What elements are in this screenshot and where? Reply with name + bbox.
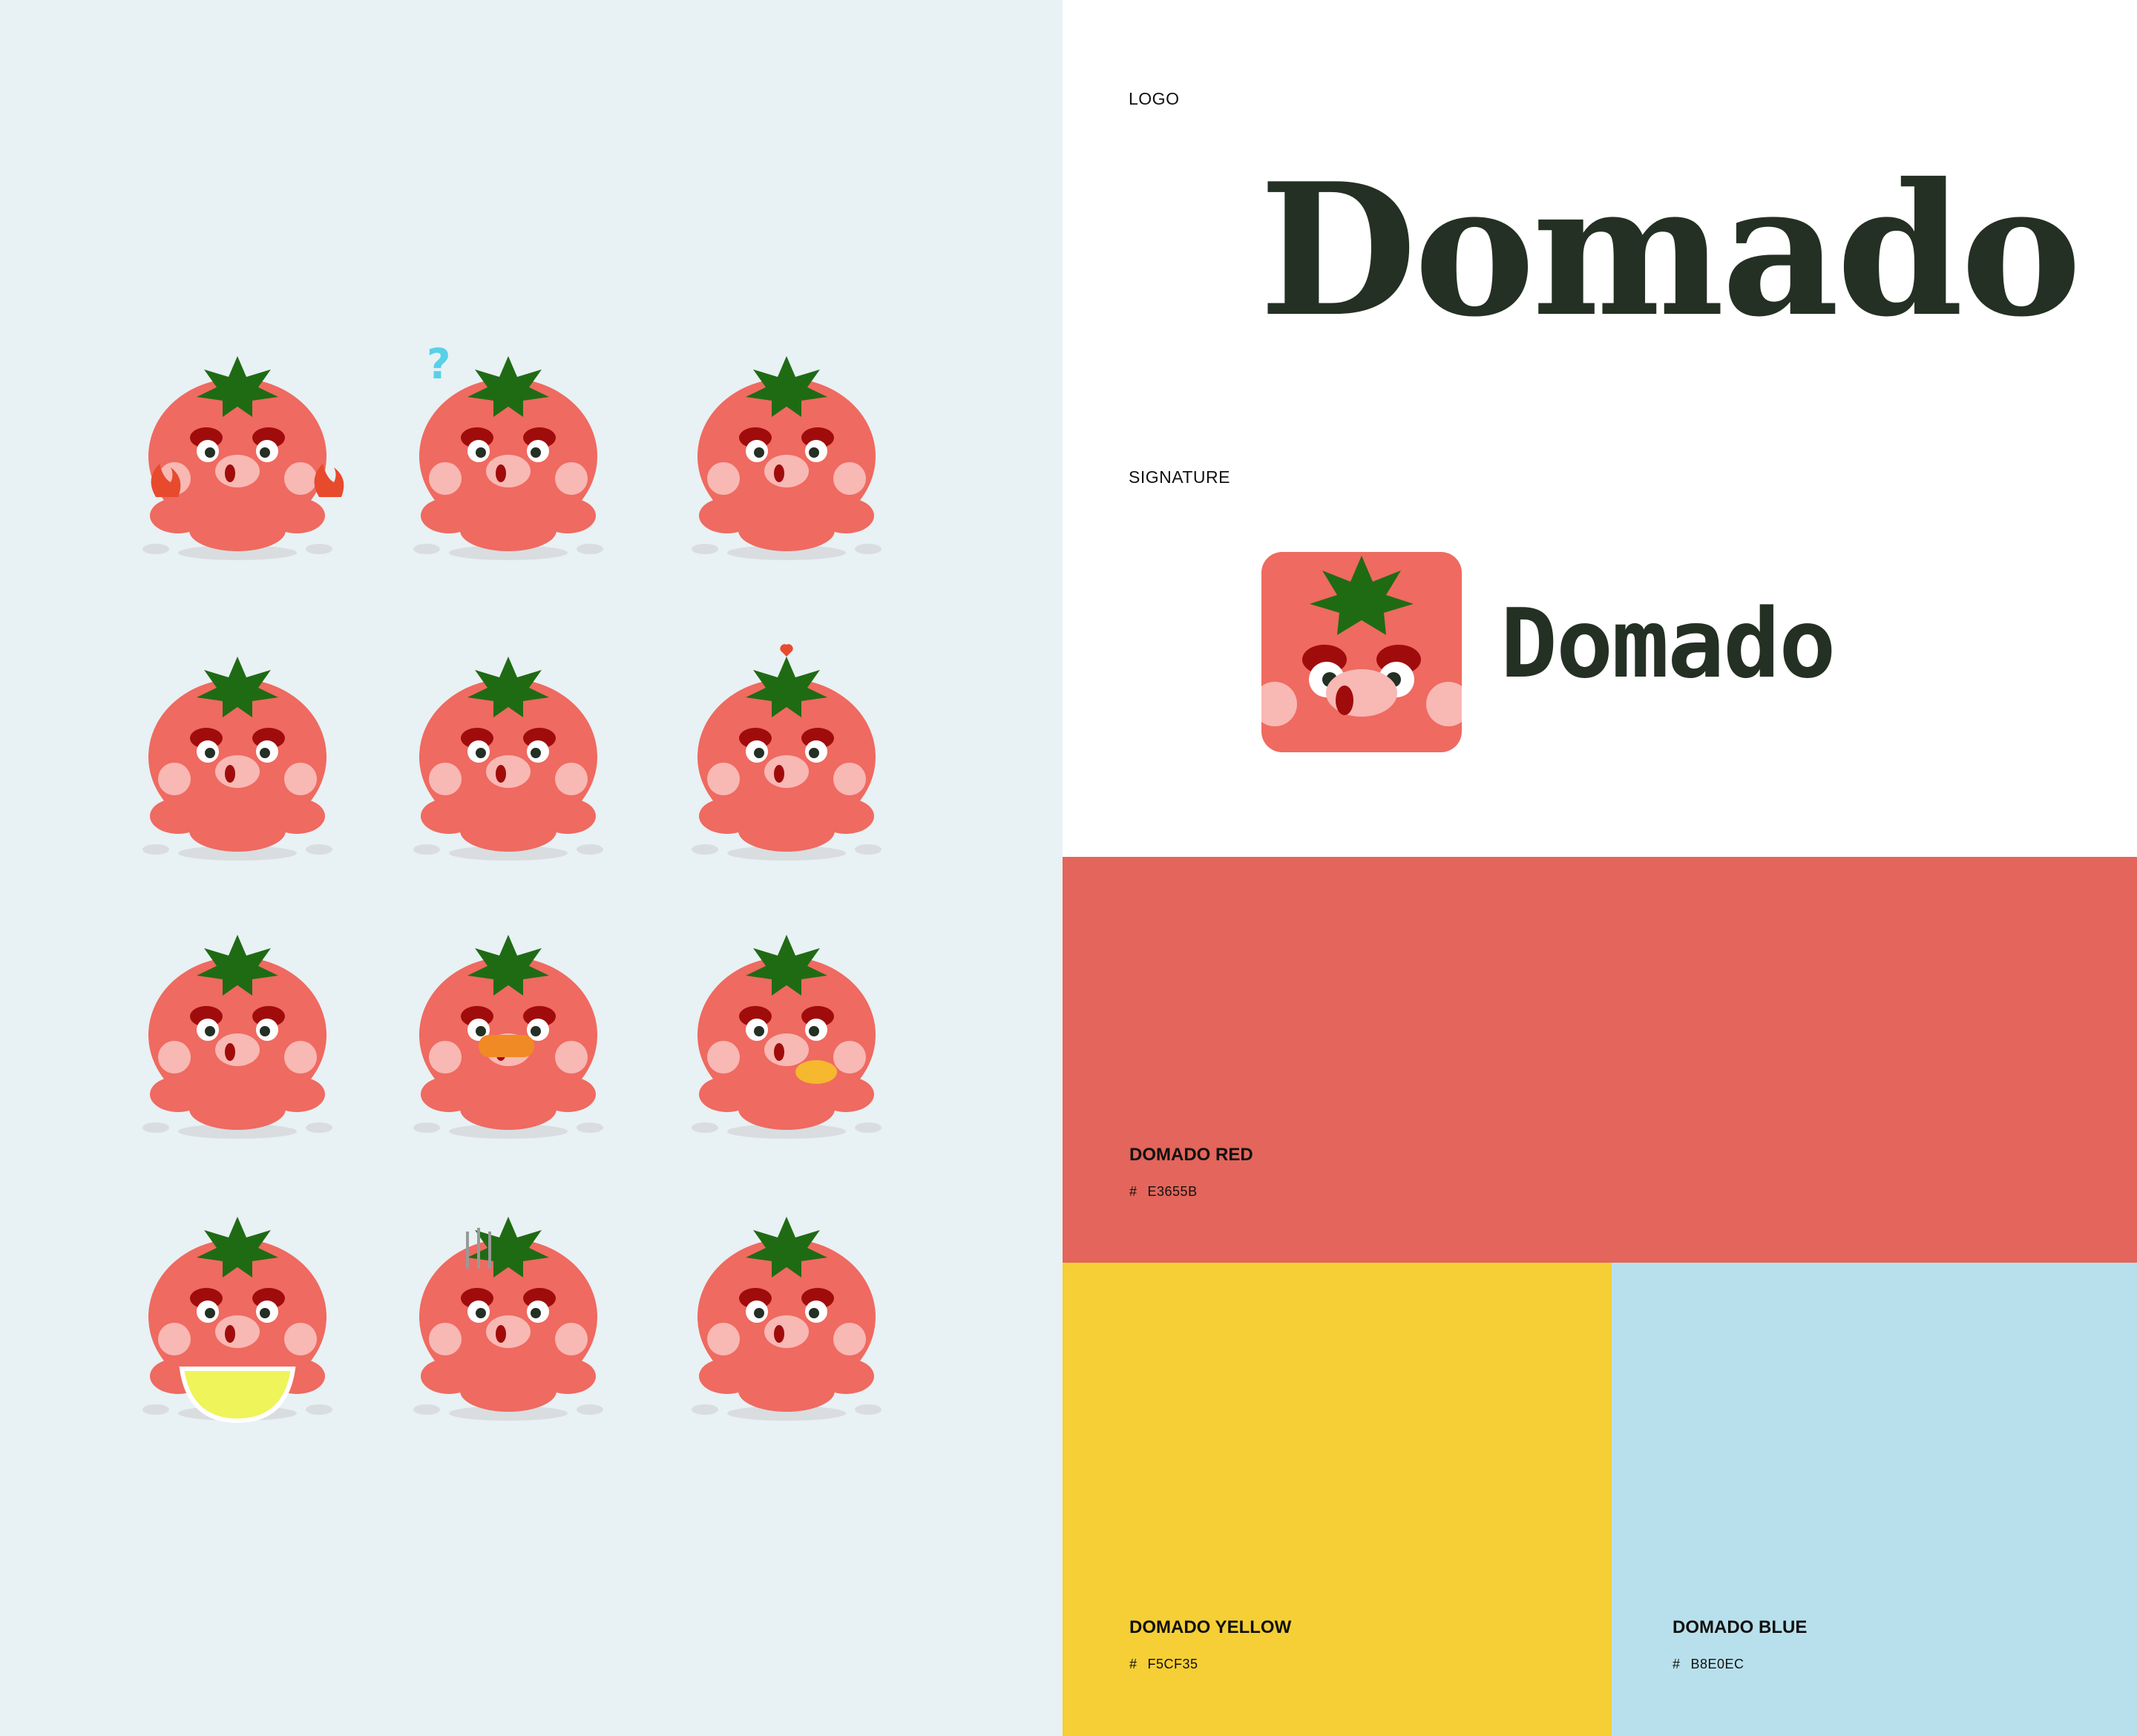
swatch-blue-name: DOMADO BLUE bbox=[1672, 1617, 1808, 1637]
mascot-dizzy-knocked-out bbox=[397, 1187, 620, 1424]
hex-value: B8E0EC bbox=[1690, 1657, 1744, 1671]
mascot-eating-noodles bbox=[675, 905, 898, 1142]
brand-panel: LOGO Domado SIGNATURE Domado DOMADO RED … bbox=[1063, 0, 2137, 1736]
mascot-shy-hand-head bbox=[397, 627, 620, 864]
swatch-red-hex: # E3655B bbox=[1129, 1184, 1198, 1200]
mascot-eating-carrot bbox=[397, 905, 620, 1142]
signature-mascot-icon bbox=[1261, 552, 1462, 752]
mascot-angry-fire bbox=[126, 326, 349, 564]
swatch-yellow-hex: # F5CF35 bbox=[1129, 1657, 1198, 1672]
mascot-surprised-yell bbox=[675, 326, 898, 564]
svg-text:?: ? bbox=[427, 341, 450, 389]
mascot-heart-eyes-love bbox=[675, 627, 898, 864]
swatch-yellow-name: DOMADO YELLOW bbox=[1129, 1617, 1292, 1637]
hex-value: E3655B bbox=[1147, 1184, 1198, 1199]
hash-symbol: # bbox=[1672, 1657, 1681, 1671]
mascot-showcase-panel: ? bbox=[0, 0, 1063, 1736]
hash-symbol: # bbox=[1129, 1184, 1138, 1199]
signature-label: SIGNATURE bbox=[1129, 467, 1230, 487]
logo-wordmark: Domado bbox=[1259, 143, 2082, 357]
swatch-domado-red: DOMADO RED # E3655B bbox=[1063, 857, 2137, 1263]
mascot-cooking-stir-bowl bbox=[126, 1187, 349, 1424]
swatch-domado-yellow: DOMADO YELLOW # F5CF35 bbox=[1063, 1263, 1612, 1736]
mascot-shocked-cover-mouth bbox=[126, 905, 349, 1142]
mascot-facepalm-cover-eyes bbox=[675, 1187, 898, 1424]
swatch-red-name: DOMADO RED bbox=[1129, 1145, 1253, 1165]
hash-symbol: # bbox=[1129, 1657, 1138, 1671]
logo-label: LOGO bbox=[1129, 89, 1180, 108]
swatch-domado-blue: DOMADO BLUE # B8E0EC bbox=[1612, 1263, 2137, 1736]
hex-value: F5CF35 bbox=[1147, 1657, 1198, 1671]
swatch-blue-hex: # B8E0EC bbox=[1672, 1657, 1744, 1672]
mascot-crying-sad bbox=[126, 627, 349, 864]
mascot-confused-question: ? bbox=[397, 326, 620, 564]
signature-wordmark: Domado bbox=[1500, 589, 1836, 700]
